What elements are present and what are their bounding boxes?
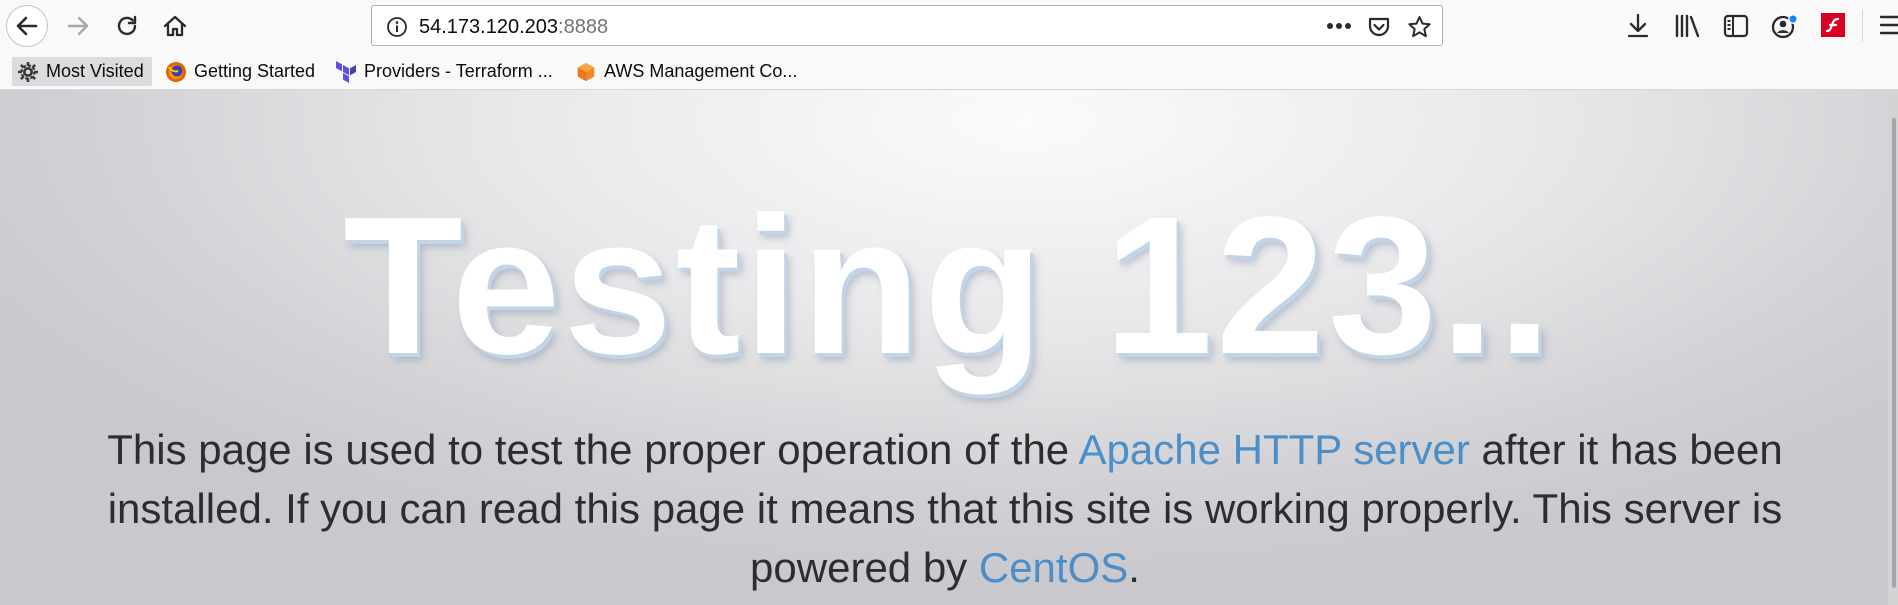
url-host: 54.173.120.203	[419, 16, 559, 38]
bookmark-terraform[interactable]: Providers - Terraform ...	[330, 57, 558, 86]
library-icon[interactable]	[1674, 13, 1702, 39]
arrow-left-icon	[16, 16, 38, 36]
forward-button[interactable]	[58, 6, 98, 46]
info-icon[interactable]	[386, 16, 408, 38]
page-headline: Testing 123..	[343, 176, 1555, 395]
arrow-right-icon	[67, 16, 89, 36]
home-icon	[163, 15, 187, 37]
pocket-icon[interactable]	[1367, 15, 1391, 39]
sidebar-icon[interactable]	[1723, 13, 1749, 39]
apache-link[interactable]: Apache HTTP server	[1079, 426, 1470, 473]
bookmark-label: Most Visited	[46, 61, 144, 81]
bookmark-star-icon[interactable]	[1407, 15, 1432, 39]
gear-icon	[17, 61, 39, 83]
bookmark-getting-started[interactable]: Getting Started	[160, 57, 320, 86]
browser-toolbar: 54.173.120.203:8888	[0, 0, 1898, 54]
page-content: Testing 123.. This page is used to test …	[0, 90, 1898, 605]
account-icon[interactable]	[1771, 13, 1799, 41]
page-actions-icon[interactable]	[1326, 22, 1352, 30]
back-button[interactable]	[6, 5, 48, 47]
vertical-scrollbar[interactable]	[1888, 90, 1898, 605]
bookmark-label: Providers - Terraform ...	[364, 61, 553, 81]
bookmarks-bar: Most Visited Getting Started Providers -…	[0, 54, 1898, 90]
bookmark-label: Getting Started	[194, 61, 316, 81]
menu-icon[interactable]	[1880, 13, 1898, 37]
terraform-icon	[335, 60, 357, 83]
home-button[interactable]	[155, 6, 195, 46]
intro-text-end: .	[1128, 544, 1140, 591]
reload-icon	[117, 15, 137, 36]
bookmark-label: AWS Management Co...	[604, 61, 798, 81]
intro-paragraph: This page is used to test the proper ope…	[90, 420, 1800, 597]
scrollbar-thumb[interactable]	[1892, 118, 1896, 588]
reload-button[interactable]	[107, 6, 147, 46]
aws-cube-icon	[575, 61, 597, 83]
centos-link[interactable]: CentOS	[979, 544, 1128, 591]
flash-glyph-icon	[1825, 17, 1840, 33]
toolbar-divider	[1862, 10, 1863, 42]
download-icon[interactable]	[1626, 13, 1650, 39]
url-text[interactable]: 54.173.120.203:8888	[419, 16, 608, 39]
flash-extension-icon[interactable]	[1821, 13, 1845, 37]
url-port: :8888	[558, 16, 609, 38]
address-bar[interactable]: 54.173.120.203:8888	[371, 5, 1443, 46]
intro-text-1: This page is used to test the proper ope…	[107, 426, 1079, 473]
firefox-icon	[165, 61, 187, 83]
bookmark-most-visited[interactable]: Most Visited	[12, 57, 152, 86]
bookmark-aws[interactable]: AWS Management Co...	[570, 57, 802, 86]
